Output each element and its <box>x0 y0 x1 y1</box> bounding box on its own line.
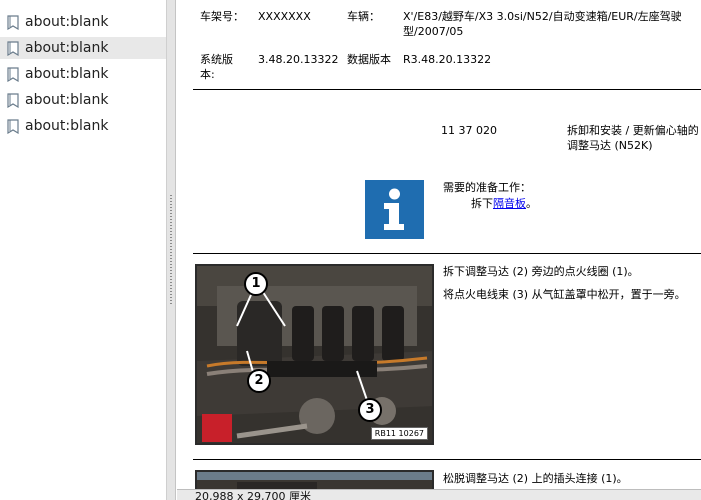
step-divider <box>193 459 701 460</box>
splitter-grip-icon[interactable] <box>170 195 172 305</box>
photo-reference: RB11 10267 <box>370 427 428 440</box>
chassis-label: 车架号： <box>200 10 244 23</box>
sound-insulation-link[interactable]: 隔音板 <box>493 197 526 210</box>
engine-photo-step-1: 1 2 3 RB11 10267 <box>195 264 434 445</box>
sidebar-item-label: about:blank <box>25 92 109 108</box>
prerequisite-suffix: 。 <box>526 197 537 210</box>
sidebar-item-4[interactable]: about:blank <box>0 89 166 111</box>
sidebar-item-label: about:blank <box>25 118 109 134</box>
sidebar-item-label: about:blank <box>25 14 109 30</box>
document-page: 车架号： XXXXXXX 车辆： X'/E83/越野车/X3 3.0si/N52… <box>193 0 701 500</box>
section-divider <box>193 253 701 254</box>
bookmark-icon <box>7 66 19 82</box>
status-bar: 20,988 x 29,700 厘米 <box>177 489 701 500</box>
vehicle-value: X'/E83/越野车/X3 3.0si/N52/自动变速箱/EUR/左座驾驶型/… <box>403 10 682 38</box>
header-divider <box>193 89 701 90</box>
prerequisite-prefix: 拆下 <box>471 197 493 210</box>
sidebar-item-label: about:blank <box>25 66 109 82</box>
prerequisites-item: 拆下隔音板。 <box>471 196 537 211</box>
procedure-title: 拆卸和安装 / 更新偏心轴的调整马达 (N52K) <box>567 124 699 152</box>
step-2-text-1: 松脱调整马达 (2) 上的插头连接 (1)。 <box>443 472 628 485</box>
sidebar-item-label: about:blank <box>25 40 109 56</box>
sidebar-item-3[interactable]: about:blank <box>0 63 166 85</box>
bookmarks-sidebar: about:blank about:blank about:blank abou… <box>0 0 167 500</box>
bookmark-icon <box>7 118 19 134</box>
sidebar-item-2[interactable]: about:blank <box>0 37 166 59</box>
callout-1: 1 <box>244 272 268 296</box>
callout-3: 3 <box>358 398 382 422</box>
data-version-value: R3.48.20.13322 <box>403 53 492 66</box>
bookmark-icon <box>7 40 19 56</box>
vehicle-label: 车辆： <box>347 10 380 23</box>
system-version-value: 3.48.20.13322 <box>258 53 339 66</box>
pane-splitter[interactable] <box>167 0 176 500</box>
page-size-readout: 20,988 x 29,700 厘米 <box>195 490 311 500</box>
prerequisites-heading: 需要的准备工作： <box>443 181 531 194</box>
data-version-label: 数据版本 <box>347 53 391 66</box>
callout-2: 2 <box>247 369 271 393</box>
info-icon <box>365 180 424 239</box>
chassis-value: XXXXXXX <box>258 10 311 23</box>
sidebar-item-1[interactable]: about:blank <box>0 11 166 33</box>
system-version-label: 系统版本: <box>200 53 233 81</box>
procedure-code: 11 37 020 <box>441 124 497 137</box>
bookmark-icon <box>7 92 19 108</box>
step-1-text-2: 将点火电线束 (3) 从气缸盖罩中松开，置于一旁。 <box>443 288 686 301</box>
bookmark-icon <box>7 14 19 30</box>
sidebar-item-5[interactable]: about:blank <box>0 115 166 137</box>
step-1-text-1: 拆下调整马达 (2) 旁边的点火线圈 (1)。 <box>443 265 639 278</box>
document-viewer[interactable]: 车架号： XXXXXXX 车辆： X'/E83/越野车/X3 3.0si/N52… <box>177 0 701 500</box>
